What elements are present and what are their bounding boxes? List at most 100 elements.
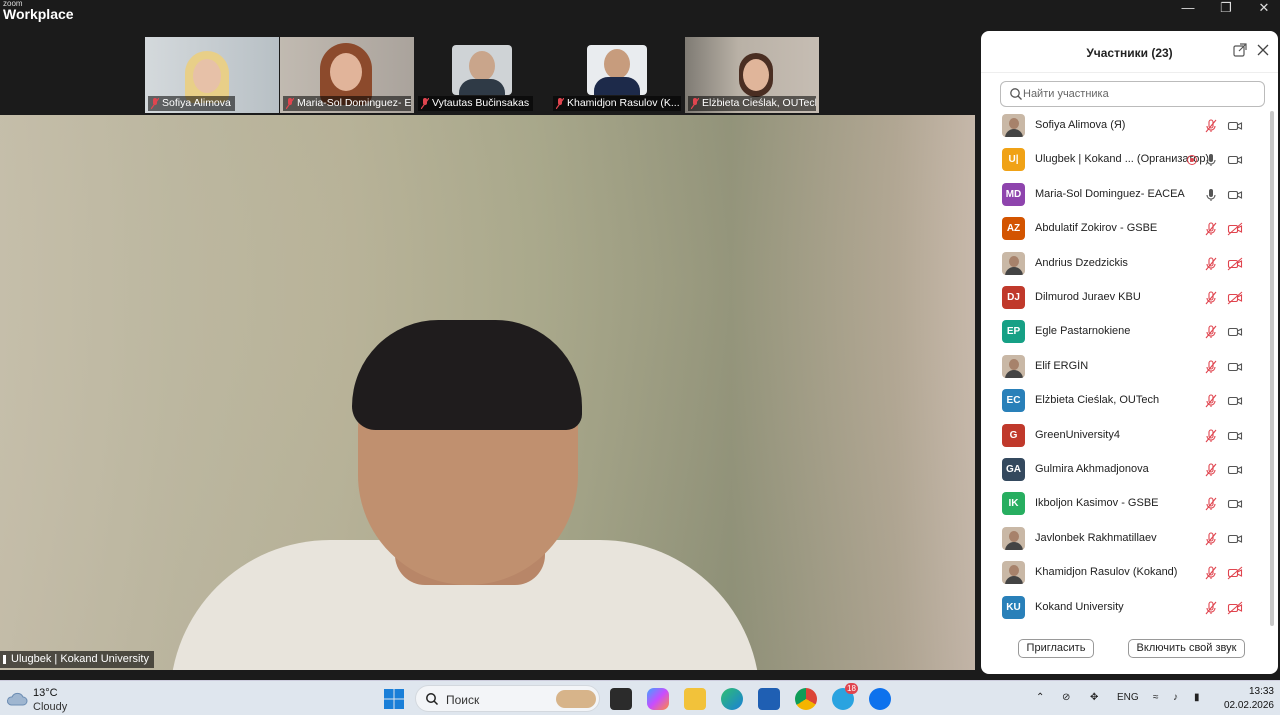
panel-header: Участники (23): [981, 31, 1278, 73]
participant-row[interactable]: Khamidjon Rasulov (Kokand): [981, 556, 1271, 590]
file-explorer-icon[interactable]: [684, 688, 706, 710]
mic-muted-icon[interactable]: [1203, 393, 1219, 409]
tile-name: Sofiya Alimova: [162, 97, 231, 109]
participant-row[interactable]: AZ Abdulatif Zokirov - GSBE: [981, 212, 1271, 246]
video-off-icon[interactable]: [1227, 221, 1243, 237]
mic-muted-icon[interactable]: [1203, 462, 1219, 478]
filmstrip-tile[interactable]: Maria-Sol Dominguez- EA...: [280, 37, 414, 113]
network-off-icon[interactable]: ⊘: [1062, 692, 1070, 703]
person-face: [330, 53, 362, 91]
system-clock[interactable]: 13:33 02.02.2026: [1218, 685, 1274, 713]
participant-row[interactable]: EP Egle Pastarnokiene: [981, 315, 1271, 349]
participant-row[interactable]: Javlonbek Rakhmatillaev: [981, 522, 1271, 556]
zoom-app-icon[interactable]: [869, 688, 891, 710]
video-on-icon[interactable]: [1227, 462, 1243, 478]
avatar: [1002, 561, 1025, 585]
participant-row[interactable]: DJ Dilmurod Juraev KBU: [981, 281, 1271, 315]
windows-start-icon[interactable]: [383, 688, 405, 710]
video-off-icon[interactable]: [1227, 256, 1243, 272]
telegram-icon[interactable]: 18: [832, 683, 858, 710]
participant-row[interactable]: KU Kokand University: [981, 591, 1271, 625]
active-speaker-video[interactable]: Ulugbek | Kokand University: [0, 115, 975, 670]
mic-muted-icon[interactable]: [1203, 531, 1219, 547]
edge-browser-icon[interactable]: [721, 688, 743, 710]
audio-level-icon: [3, 655, 6, 664]
participant-search[interactable]: [1000, 81, 1265, 107]
list-scrollbar[interactable]: [1270, 111, 1274, 626]
unmute-myself-button[interactable]: Включить свой звук: [1128, 639, 1245, 658]
maximize-button[interactable]: ❐: [1206, 0, 1246, 16]
mic-muted-icon[interactable]: [1203, 600, 1219, 616]
video-off-icon[interactable]: [1227, 600, 1243, 616]
wifi-icon[interactable]: ≈: [1153, 692, 1159, 703]
mic-muted-icon[interactable]: [1203, 565, 1219, 581]
video-off-icon[interactable]: [1227, 565, 1243, 581]
participant-name: Abdulatif Zokirov - GSBE: [1035, 222, 1158, 235]
close-button[interactable]: ✕: [1244, 0, 1280, 16]
minimize-button[interactable]: —: [1168, 0, 1208, 16]
mic-on-icon[interactable]: [1203, 152, 1219, 168]
mic-muted-icon[interactable]: [1203, 256, 1219, 272]
mic-muted-icon[interactable]: [1203, 496, 1219, 512]
participant-name: GreenUniversity4: [1035, 428, 1120, 441]
avatar: IK: [1002, 492, 1025, 516]
filmstrip-tile[interactable]: Elżbieta Cieślak, OUTech: [685, 37, 819, 113]
mic-muted-icon[interactable]: [1203, 290, 1219, 306]
mic-muted-icon[interactable]: [1203, 118, 1219, 134]
video-on-icon[interactable]: [1227, 187, 1243, 203]
video-on-icon[interactable]: [1227, 324, 1243, 340]
participant-row[interactable]: IK Ikboljon Kasimov - GSBE: [981, 487, 1271, 521]
video-on-icon[interactable]: [1227, 359, 1243, 375]
tile-label: Khamidjon Rasulov (K...: [553, 96, 681, 111]
video-on-icon[interactable]: [1227, 152, 1243, 168]
task-view-icon[interactable]: [610, 688, 632, 710]
video-off-icon[interactable]: [1227, 290, 1243, 306]
filmstrip-tile[interactable]: Khamidjon Rasulov (K...: [550, 37, 684, 113]
mic-muted-icon[interactable]: [1203, 221, 1219, 237]
mic-muted-icon[interactable]: [1203, 359, 1219, 375]
mic-muted-icon[interactable]: [1203, 428, 1219, 444]
participant-row[interactable]: Andrius Dzedzickis: [981, 247, 1271, 281]
close-panel-icon[interactable]: [1255, 43, 1271, 59]
tile-label: Elżbieta Cieślak, OUTech: [688, 96, 816, 111]
participant-row[interactable]: Elif ERGİN: [981, 350, 1271, 384]
chrome-icon[interactable]: [795, 688, 817, 710]
volume-icon[interactable]: ♪: [1173, 692, 1178, 703]
participant-name: Khamidjon Rasulov (Kokand): [1035, 566, 1178, 579]
invite-button[interactable]: Пригласить: [1018, 639, 1094, 658]
filmstrip-tile[interactable]: Sofiya Alimova: [145, 37, 279, 113]
search-icon: [1010, 88, 1022, 100]
video-on-icon[interactable]: [1227, 496, 1243, 512]
filmstrip-tile[interactable]: Vytautas Bučinsakas: [415, 37, 549, 113]
copilot-icon[interactable]: [647, 688, 669, 710]
participant-row[interactable]: EC Elżbieta Cieślak, OUTech: [981, 384, 1271, 418]
microsoft-store-icon[interactable]: [758, 688, 780, 710]
video-on-icon[interactable]: [1227, 393, 1243, 409]
battery-icon[interactable]: ▮: [1194, 692, 1200, 703]
input-language[interactable]: ENG: [1117, 692, 1139, 703]
tile-name: Khamidjon Rasulov (K...: [567, 97, 680, 109]
participant-row[interactable]: GA Gulmira Akhmadjonova: [981, 453, 1271, 487]
avatar: EC: [1002, 389, 1025, 413]
video-on-icon[interactable]: [1227, 428, 1243, 444]
participant-row[interactable]: U| Ulugbek | Kokand ... (Организатор): [981, 143, 1271, 177]
search-input[interactable]: [1023, 85, 1258, 103]
tile-label: Vytautas Bučinsakas: [418, 96, 534, 111]
person-face: [604, 49, 630, 79]
video-on-icon[interactable]: [1227, 531, 1243, 547]
mic-muted-icon: [151, 98, 159, 109]
participant-row[interactable]: G GreenUniversity4: [981, 419, 1271, 453]
mic-muted-icon[interactable]: [1203, 324, 1219, 340]
participant-name: Elif ERGİN: [1035, 359, 1089, 372]
participant-row[interactable]: Sofiya Alimova (Я): [981, 109, 1271, 143]
taskbar-search[interactable]: Поиск: [415, 685, 600, 712]
person-face: [193, 59, 221, 93]
participant-row[interactable]: MD Maria-Sol Dominguez- EACEA: [981, 178, 1271, 212]
mic-muted-icon: [691, 98, 699, 109]
chevron-up-icon[interactable]: ⌃: [1036, 692, 1044, 703]
video-on-icon[interactable]: [1227, 118, 1243, 134]
bluetooth-icon[interactable]: ✥: [1090, 692, 1098, 703]
mic-on-icon[interactable]: [1203, 187, 1219, 203]
pop-out-icon[interactable]: [1232, 43, 1248, 59]
app-logo: zoom Workplace: [3, 0, 74, 23]
